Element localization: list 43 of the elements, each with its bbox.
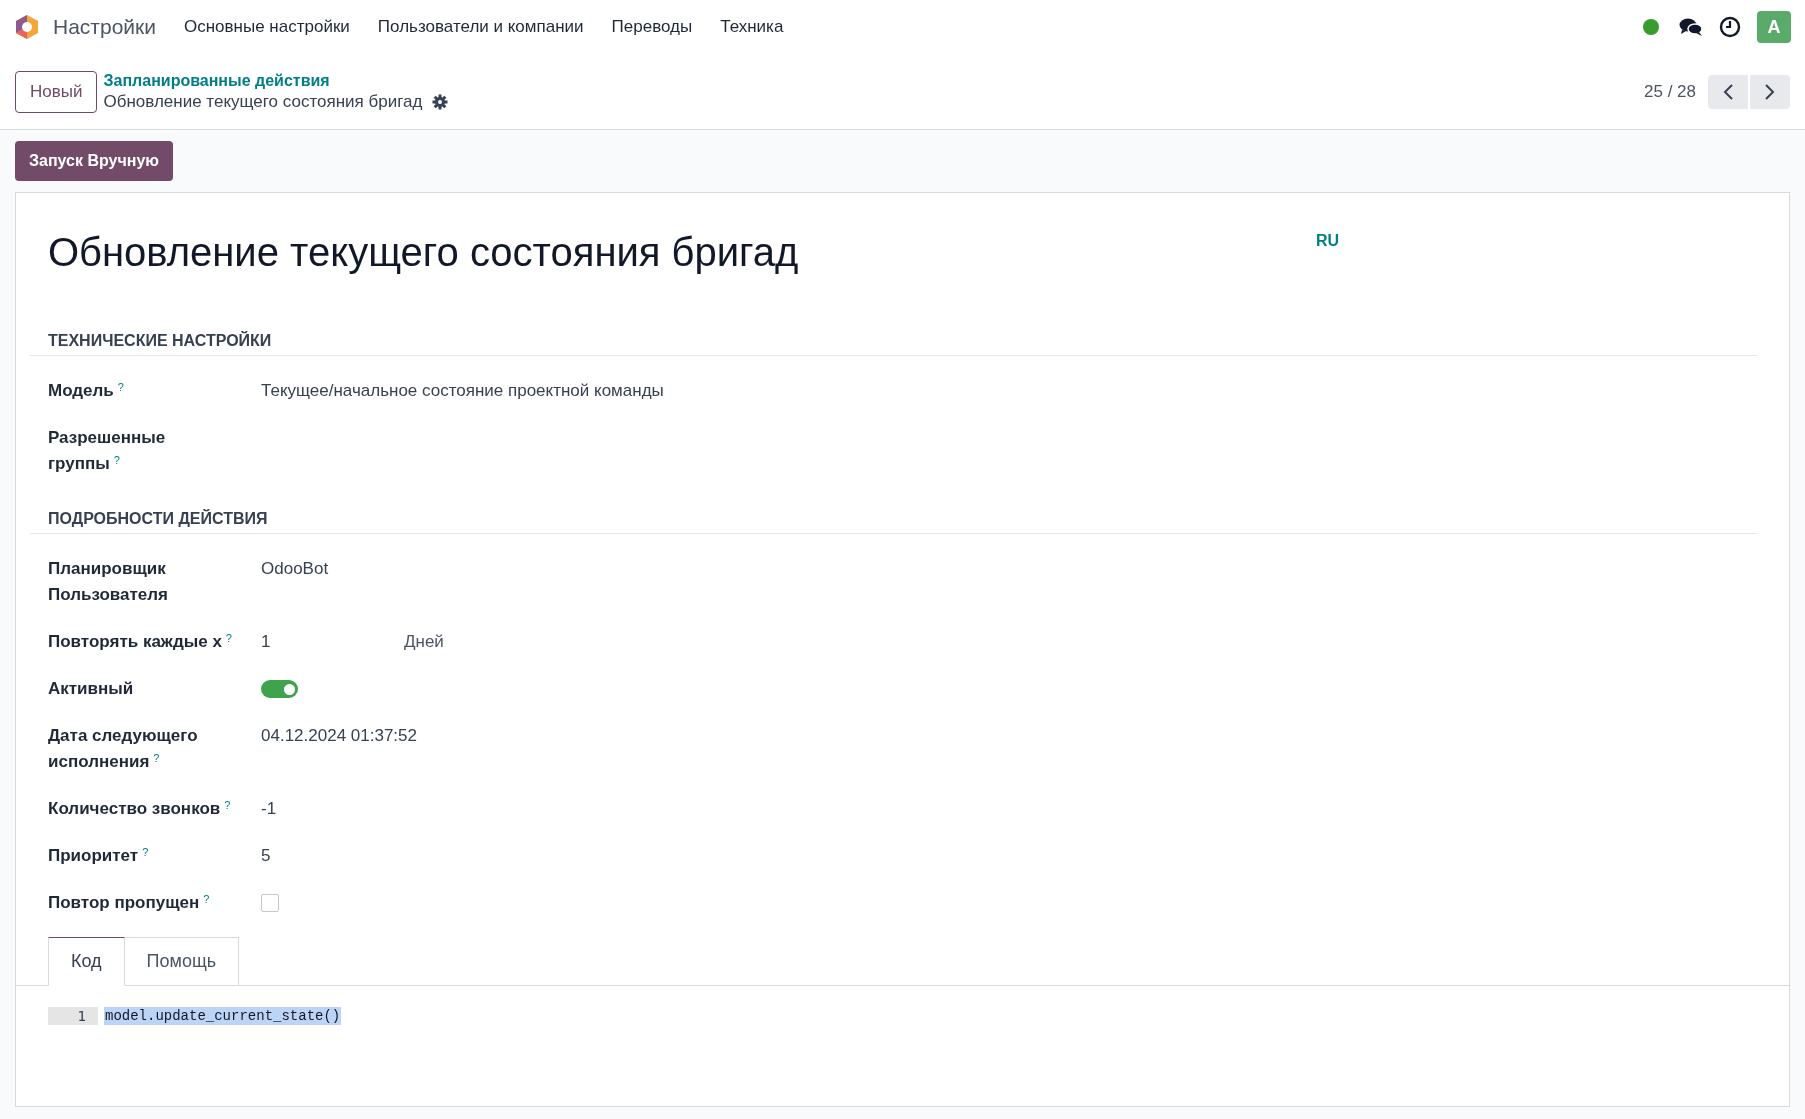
menu-item[interactable]: Пользователи и компании <box>377 14 584 40</box>
pager-value: 25 / 28 <box>1644 80 1696 103</box>
app-name[interactable]: Настройки <box>53 11 156 43</box>
field-label: Планировщик Пользователя <box>48 558 170 606</box>
field-label: Дата следующего исполнения $^{?}$ <box>48 725 199 773</box>
field-value: 04.12.2024 01:37:52 <box>261 725 417 748</box>
new-button[interactable]: Новый <box>15 70 98 113</box>
menu-item[interactable]: Переводы <box>611 14 693 40</box>
checkbox[interactable] <box>261 894 279 912</box>
field-value: OdooBot <box>261 558 329 581</box>
interval-unit[interactable]: Дней <box>404 629 444 655</box>
menu-item[interactable]: Основные настройки <box>184 14 350 40</box>
field-label: Повтор пропущен $^{?}$ <box>48 891 211 914</box>
chevron-right-icon <box>1764 82 1776 101</box>
tab[interactable]: Помощь <box>124 937 240 986</box>
chat-icon[interactable] <box>1679 17 1703 37</box>
line-number: 1 <box>48 1007 98 1025</box>
next-button[interactable] <box>1750 74 1790 109</box>
run-manually-button[interactable]: Запуск Вручную <box>15 141 173 181</box>
chevron-left-icon <box>1722 82 1734 101</box>
menu-item[interactable]: Техника <box>720 14 784 40</box>
field-value: 1 <box>261 631 272 654</box>
section-title: ПОДРОБНОСТИ ДЕЙСТВИЯ <box>48 510 268 527</box>
field-value: Текущее/начальное состояние проектной команды <box>261 380 664 403</box>
breadcrumb-current: Обновление текущего состояния бригад <box>103 90 423 113</box>
field-label: Повторять каждые x $^{?}$ <box>48 630 233 653</box>
field-label: Количество звонков $^{?}$ <box>48 797 232 820</box>
field-label: Активный <box>48 678 135 700</box>
field-label: Разрешенные группы $^{?}$ <box>48 427 167 475</box>
record-title: Обновление текущего состояния бригад <box>48 229 800 275</box>
clock-icon[interactable] <box>1719 16 1741 38</box>
breadcrumb-link[interactable]: Запланированные действия <box>103 70 449 91</box>
field-value: -1 <box>261 798 277 821</box>
settings-icon[interactable] <box>432 93 449 110</box>
section-title: ТЕХНИЧЕСКИЕ НАСТРОЙКИ <box>48 332 272 349</box>
field-label: Приоритет $^{?}$ <box>48 844 150 867</box>
toggle-switch[interactable] <box>261 680 298 698</box>
previous-button[interactable] <box>1708 74 1748 109</box>
app-logo-icon[interactable] <box>14 14 40 40</box>
field-value: 5 <box>261 845 271 868</box>
language-button[interactable]: RU <box>1316 229 1340 253</box>
tab[interactable]: Код <box>48 937 125 986</box>
field-label: Модель $^{?}$ <box>48 379 125 402</box>
